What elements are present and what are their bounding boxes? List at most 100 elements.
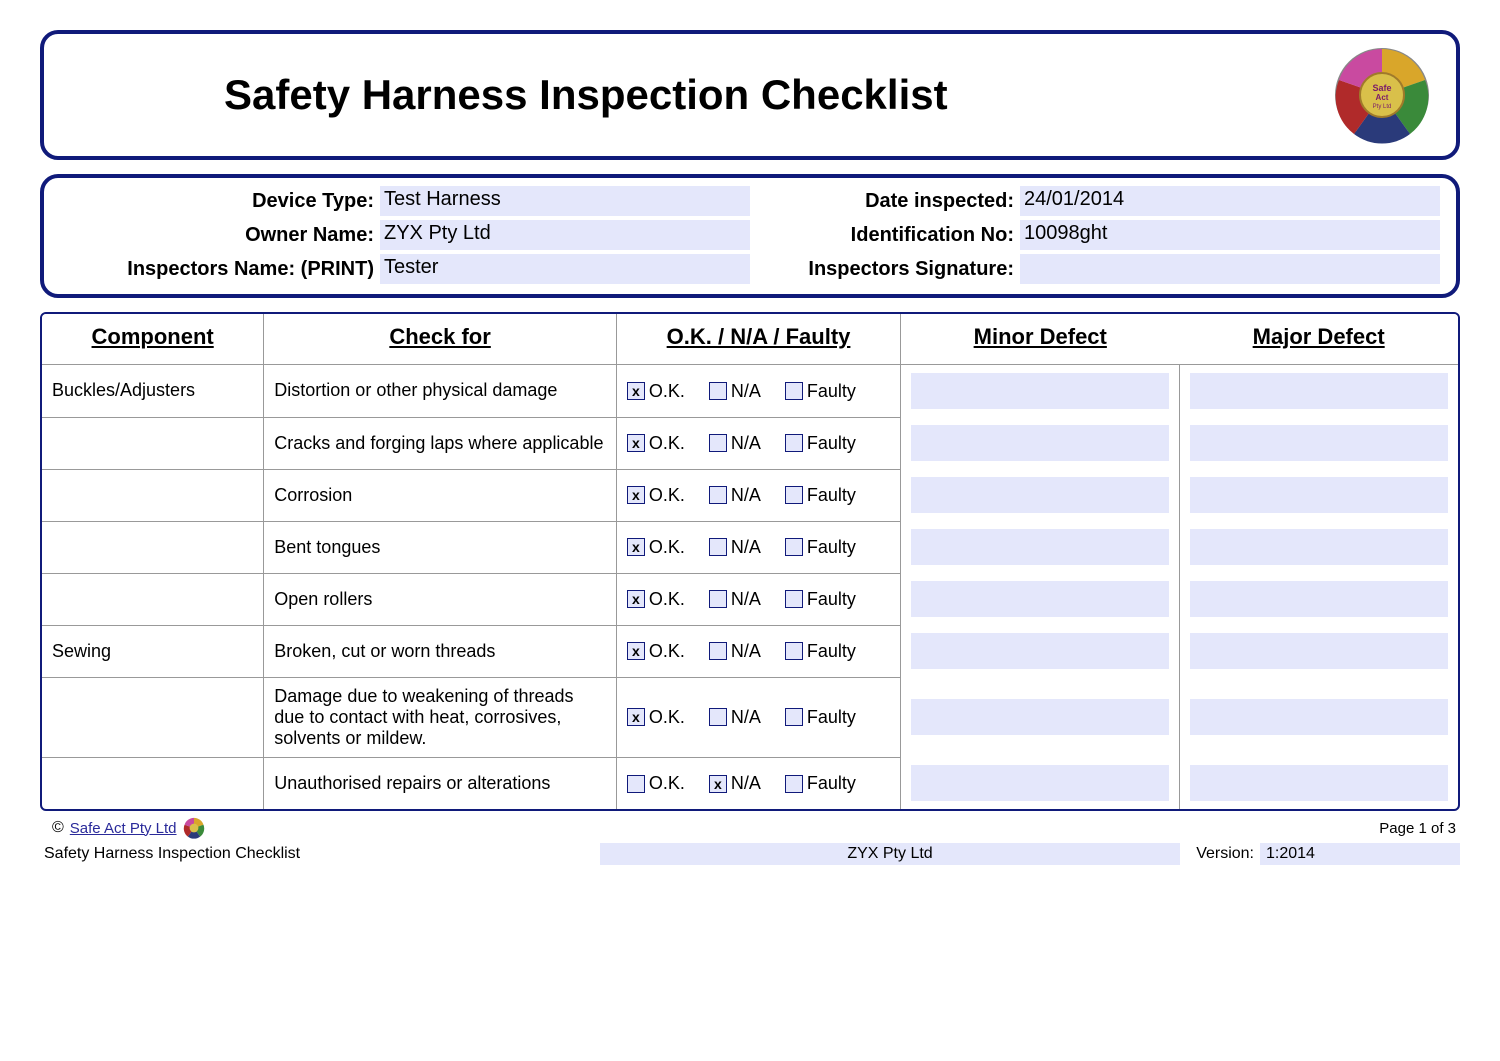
minor-defect-cell[interactable] bbox=[901, 469, 1180, 521]
na-checkbox[interactable] bbox=[709, 590, 727, 608]
faulty-label: Faulty bbox=[807, 381, 856, 401]
status-cell: O.K.N/AFaulty bbox=[616, 625, 900, 677]
check-for-cell: Corrosion bbox=[264, 469, 617, 521]
status-cell: O.K. N/A Faulty bbox=[616, 417, 900, 469]
document-title: Safety Harness Inspection Checklist bbox=[224, 71, 948, 119]
identification-no-value[interactable]: 10098ght bbox=[1020, 220, 1440, 250]
owner-name-value[interactable]: ZYX Pty Ltd bbox=[380, 220, 750, 250]
na-checkbox[interactable] bbox=[709, 708, 727, 726]
faulty-checkbox[interactable] bbox=[785, 775, 803, 793]
na-checkbox[interactable] bbox=[709, 486, 727, 504]
component-cell bbox=[42, 417, 264, 469]
na-checkbox[interactable] bbox=[709, 538, 727, 556]
faulty-label: Faulty bbox=[807, 707, 856, 727]
info-panel: Device Type: Test Harness Date inspected… bbox=[40, 174, 1460, 298]
minor-defect-cell[interactable] bbox=[901, 573, 1180, 625]
faulty-checkbox[interactable] bbox=[785, 590, 803, 608]
device-type-label: Device Type: bbox=[60, 190, 380, 213]
na-label: N/A bbox=[731, 485, 761, 505]
checklist-table: Component Check for O.K. / N/A / Faulty … bbox=[42, 314, 1458, 809]
check-for-cell: Distortion or other physical damage bbox=[264, 365, 617, 418]
minor-defect-cell[interactable] bbox=[901, 677, 1180, 757]
na-checkbox[interactable] bbox=[709, 382, 727, 400]
faulty-checkbox[interactable] bbox=[785, 382, 803, 400]
table-row: SewingBroken, cut or worn threadsO.K.N/A… bbox=[42, 625, 1458, 677]
column-header-component: Component bbox=[42, 314, 264, 365]
ok-checkbox[interactable] bbox=[627, 538, 645, 556]
ok-label: O.K. bbox=[649, 589, 685, 609]
ok-checkbox[interactable] bbox=[627, 382, 645, 400]
major-defect-cell[interactable] bbox=[1179, 573, 1458, 625]
ok-checkbox[interactable] bbox=[627, 590, 645, 608]
inspectors-name-value[interactable]: Tester bbox=[380, 254, 750, 284]
major-defect-cell[interactable] bbox=[1179, 521, 1458, 573]
table-row: Open rollersO.K.N/AFaulty bbox=[42, 573, 1458, 625]
inspectors-signature-value[interactable] bbox=[1020, 254, 1440, 284]
title-panel: Safety Harness Inspection Checklist Safe… bbox=[40, 30, 1460, 160]
major-defect-cell[interactable] bbox=[1179, 757, 1458, 809]
na-label: N/A bbox=[731, 537, 761, 557]
table-row: Bent tonguesO.K.N/AFaulty bbox=[42, 521, 1458, 573]
major-defect-cell[interactable] bbox=[1179, 677, 1458, 757]
faulty-label: Faulty bbox=[807, 433, 856, 453]
copyright-text[interactable]: Safe Act Pty Ltd bbox=[70, 820, 177, 837]
footer-copyright-row: © Safe Act Pty Ltd Page 1 of 3 bbox=[40, 811, 1460, 841]
checklist-table-panel: Component Check for O.K. / N/A / Faulty … bbox=[40, 312, 1460, 811]
minor-defect-cell[interactable] bbox=[901, 757, 1180, 809]
check-for-cell: Unauthorised repairs or alterations bbox=[264, 757, 617, 809]
faulty-label: Faulty bbox=[807, 641, 856, 661]
ok-label: O.K. bbox=[649, 537, 685, 557]
na-checkbox[interactable] bbox=[709, 642, 727, 660]
owner-name-label: Owner Name: bbox=[60, 224, 380, 247]
date-inspected-label: Date inspected: bbox=[750, 190, 1020, 213]
table-row: Buckles/AdjustersDistortion or other phy… bbox=[42, 365, 1458, 418]
footer-version-row: Safety Harness Inspection Checklist ZYX … bbox=[40, 843, 1460, 865]
faulty-checkbox[interactable] bbox=[785, 434, 803, 452]
na-checkbox[interactable] bbox=[709, 775, 727, 793]
na-checkbox[interactable] bbox=[709, 434, 727, 452]
faulty-checkbox[interactable] bbox=[785, 486, 803, 504]
check-for-cell: Damage due to weakening of threads due t… bbox=[264, 677, 617, 757]
component-cell bbox=[42, 469, 264, 521]
minor-defect-cell[interactable] bbox=[901, 365, 1180, 418]
ok-checkbox[interactable] bbox=[627, 708, 645, 726]
copyright-icon: © bbox=[52, 819, 64, 837]
faulty-checkbox[interactable] bbox=[785, 708, 803, 726]
na-label: N/A bbox=[731, 773, 761, 793]
major-defect-cell[interactable] bbox=[1179, 417, 1458, 469]
company-logo-icon: Safe Act Pty Ltd bbox=[1332, 45, 1432, 145]
na-label: N/A bbox=[731, 433, 761, 453]
faulty-checkbox[interactable] bbox=[785, 642, 803, 660]
status-cell: O.K. N/A Faulty bbox=[616, 521, 900, 573]
minor-defect-cell[interactable] bbox=[901, 521, 1180, 573]
svg-text:Safe: Safe bbox=[1372, 83, 1391, 93]
major-defect-cell[interactable] bbox=[1179, 469, 1458, 521]
inspectors-name-label: Inspectors Name: (PRINT) bbox=[60, 258, 380, 281]
ok-checkbox[interactable] bbox=[627, 486, 645, 504]
faulty-label: Faulty bbox=[807, 537, 856, 557]
table-row: CorrosionO.K.N/AFaulty bbox=[42, 469, 1458, 521]
faulty-label: Faulty bbox=[807, 485, 856, 505]
ok-checkbox[interactable] bbox=[627, 434, 645, 452]
minor-defect-cell[interactable] bbox=[901, 417, 1180, 469]
column-header-major-defect: Major Defect bbox=[1179, 314, 1458, 365]
na-label: N/A bbox=[731, 381, 761, 401]
ok-label: O.K. bbox=[649, 433, 685, 453]
page-indicator: Page 1 of 3 bbox=[1379, 820, 1456, 837]
na-label: N/A bbox=[731, 641, 761, 661]
column-header-status: O.K. / N/A / Faulty bbox=[616, 314, 900, 365]
status-cell: O.K.N/AFaulty bbox=[616, 757, 900, 809]
device-type-value[interactable]: Test Harness bbox=[380, 186, 750, 216]
major-defect-cell[interactable] bbox=[1179, 625, 1458, 677]
major-defect-cell[interactable] bbox=[1179, 365, 1458, 418]
ok-label: O.K. bbox=[649, 381, 685, 401]
faulty-checkbox[interactable] bbox=[785, 538, 803, 556]
faulty-label: Faulty bbox=[807, 589, 856, 609]
ok-label: O.K. bbox=[649, 773, 685, 793]
ok-checkbox[interactable] bbox=[627, 775, 645, 793]
date-inspected-value[interactable]: 24/01/2014 bbox=[1020, 186, 1440, 216]
na-label: N/A bbox=[731, 589, 761, 609]
component-cell bbox=[42, 677, 264, 757]
ok-checkbox[interactable] bbox=[627, 642, 645, 660]
minor-defect-cell[interactable] bbox=[901, 625, 1180, 677]
